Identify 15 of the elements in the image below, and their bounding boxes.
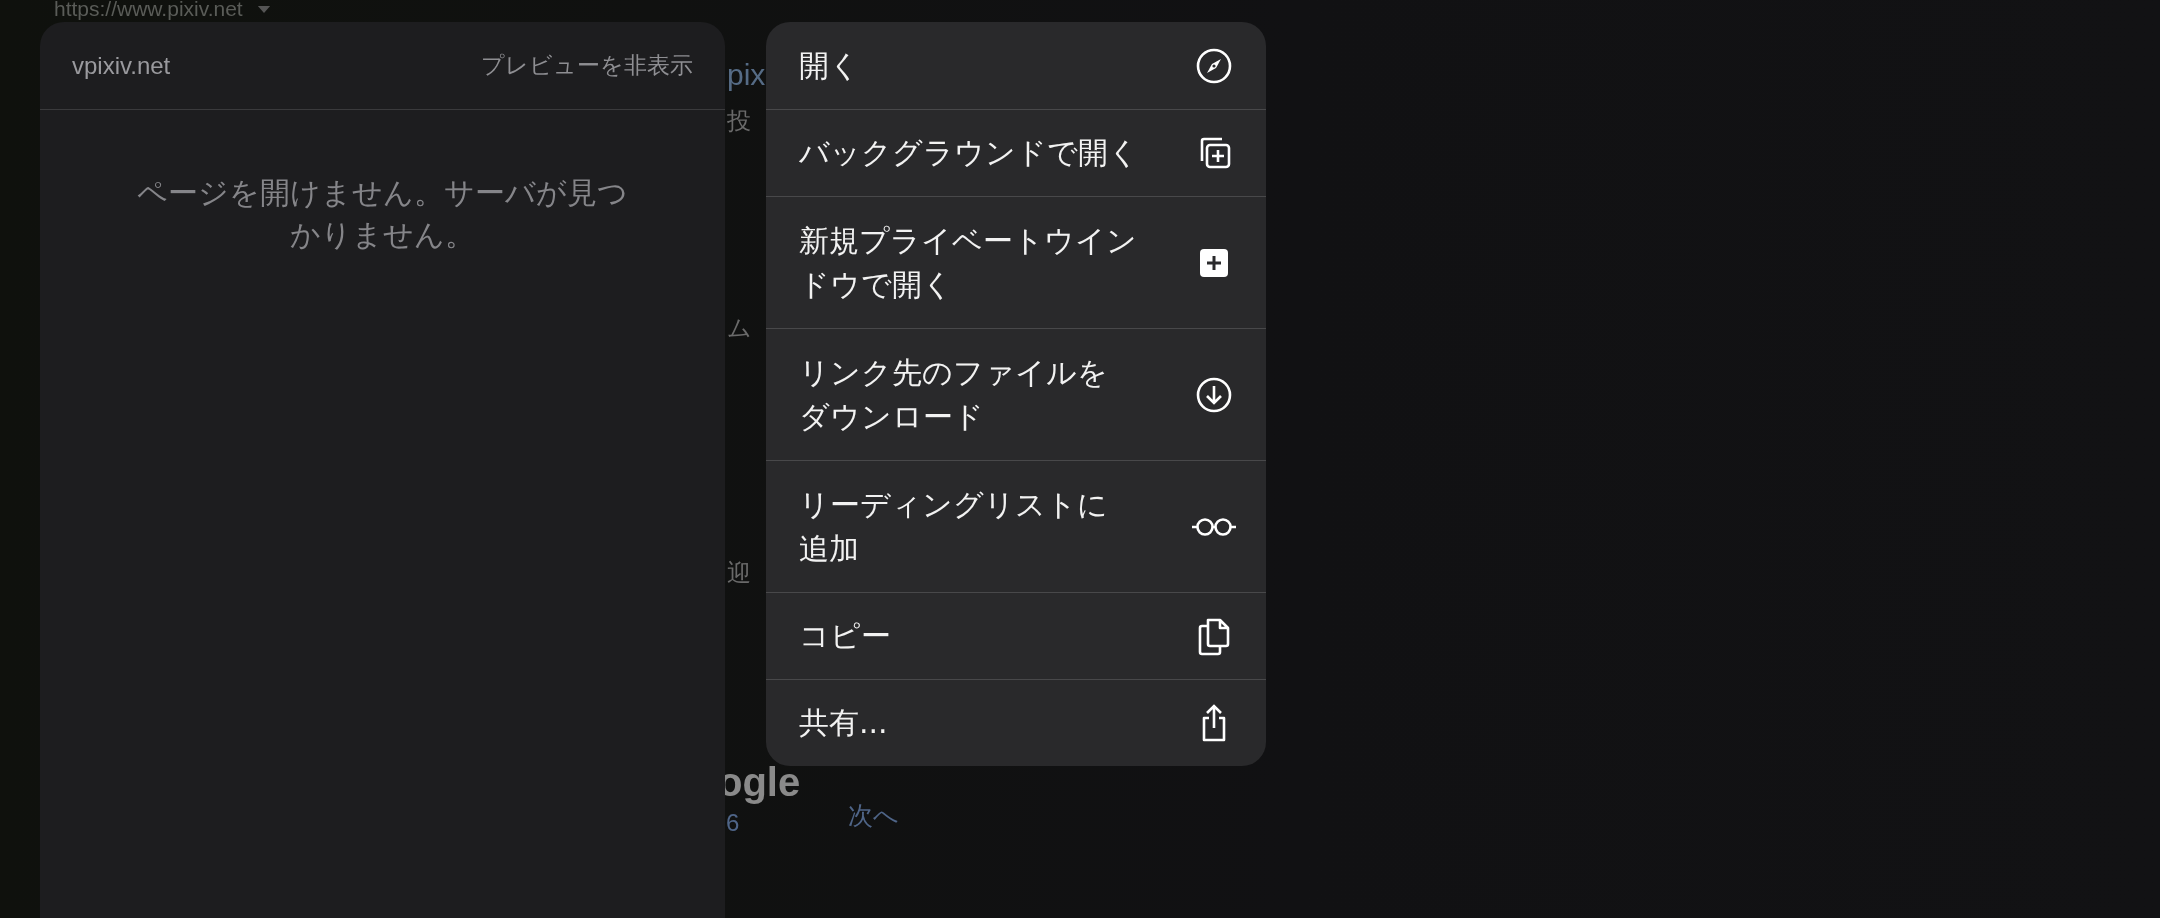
menu-item[interactable]: 新規プライベートウインドウで開く: [766, 196, 1266, 328]
domain-label: vpixiv.net: [72, 51, 171, 80]
menu-item[interactable]: リンク先のファイルをダウンロード: [766, 328, 1266, 460]
menu-item[interactable]: バックグラウンドで開く: [766, 109, 1266, 196]
error-message: ページを開けません。サーバが見つかりません。: [136, 174, 629, 254]
page-text: ム: [727, 315, 752, 342]
menu-item[interactable]: 共有...: [766, 679, 1266, 766]
hide-preview-link[interactable]: プレビューを非表示: [481, 50, 693, 81]
page-text: 投: [727, 108, 751, 135]
menu-item[interactable]: 開く: [766, 22, 1266, 109]
page-title: pix: [727, 58, 766, 91]
menu-item[interactable]: コピー: [766, 592, 1266, 679]
caret-icon[interactable]: [256, 4, 271, 14]
page-text: 迎: [727, 560, 751, 587]
menu-item[interactable]: リーディングリストに追加: [766, 460, 1266, 592]
